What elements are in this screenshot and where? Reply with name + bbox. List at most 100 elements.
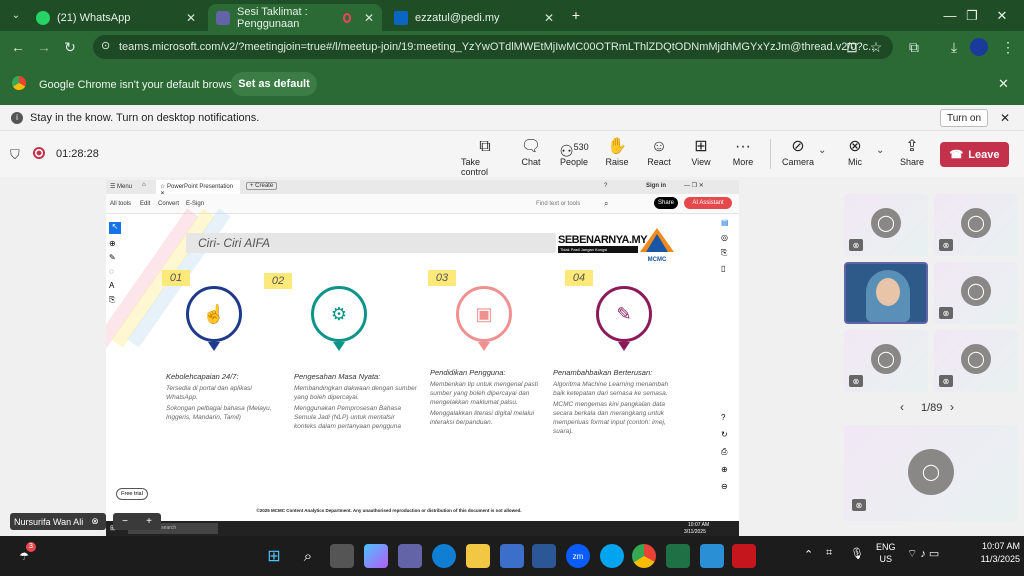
app-icon[interactable] — [700, 544, 724, 568]
participant-tile[interactable]: ◯ ⊗ — [934, 194, 1018, 256]
banner-close-icon[interactable]: ✕ — [998, 76, 1009, 92]
people-button[interactable]: ⚇530 People — [552, 137, 596, 175]
mic-tray-icon[interactable]: 🎙 — [850, 547, 864, 560]
help-side-icon[interactable]: ? — [721, 413, 737, 422]
zoom-tool-icon[interactable]: ⊕ — [109, 239, 123, 248]
window-close-icon[interactable]: ✕ — [980, 0, 1024, 31]
antivirus-icon[interactable] — [732, 544, 756, 568]
participant-tile-video[interactable] — [844, 262, 928, 324]
gallery-prev-icon[interactable]: ‹ — [900, 400, 904, 414]
menu-icon[interactable]: ☰ Menu — [110, 183, 132, 190]
notification-close-icon[interactable]: ✕ — [1000, 111, 1010, 125]
select-tool-icon[interactable]: ↖ — [109, 222, 121, 234]
close-icon[interactable]: ✕ — [544, 11, 554, 25]
search-icon[interactable]: ⌕ — [604, 199, 608, 209]
extensions-icon[interactable]: ⧉ — [902, 35, 926, 59]
site-info-icon[interactable]: ⊙ — [101, 39, 110, 52]
zoom-in-icon[interactable]: ⊕ — [721, 465, 737, 474]
shield-icon[interactable]: ⛉ — [10, 147, 20, 163]
pdf-tab[interactable]: ☆ PowerPoint Presentation ✕ — [156, 180, 240, 197]
lasso-tool-icon[interactable]: ◌ — [109, 267, 123, 276]
mic-button[interactable]: ⊗ Mic — [832, 137, 878, 175]
camera-options-chevron-icon[interactable]: ⌄ — [818, 145, 826, 156]
ai-assistant-button[interactable]: AI Assistant — [684, 197, 732, 209]
app-icon[interactable] — [600, 544, 624, 568]
zoom-in-icon[interactable]: + — [146, 516, 152, 527]
mic-options-chevron-icon[interactable]: ⌄ — [876, 145, 884, 156]
raise-hand-button[interactable]: ✋ Raise — [594, 137, 640, 175]
tab-teams[interactable]: Sesi Taklimat : Penggunaan ✕ — [208, 4, 382, 31]
convert-menu[interactable]: Convert — [158, 201, 179, 207]
close-icon[interactable]: ✕ — [364, 11, 374, 25]
create-button[interactable]: + Create — [246, 182, 278, 190]
excel-icon[interactable] — [666, 544, 690, 568]
more-button[interactable]: ··· More — [720, 137, 766, 175]
tray-app-icon[interactable]: ⌗ — [826, 547, 832, 560]
take-control-button[interactable]: ⧉ Take control — [461, 137, 509, 177]
home-icon[interactable]: ⌂ — [142, 182, 146, 188]
menu-dots-icon[interactable]: ⋮ — [996, 35, 1020, 59]
tray-chevron-icon[interactable]: ⌃ — [804, 548, 813, 561]
close-icon[interactable]: ✕ — [186, 11, 196, 25]
pages-icon[interactable]: ▯ — [721, 264, 737, 273]
react-button[interactable]: ☺ React — [636, 137, 682, 175]
gallery-next-icon[interactable]: › — [950, 400, 954, 414]
windows-start-icon[interactable]: ⊞ — [262, 544, 286, 568]
participant-tile[interactable]: ◯ ⊗ — [934, 262, 1018, 324]
bookmark-icon[interactable]: ◎ — [721, 233, 737, 242]
participant-tile[interactable]: ◯ ⊗ — [844, 194, 928, 256]
download-icon[interactable]: ⤓ — [942, 35, 966, 59]
comment-icon[interactable]: ▤ — [721, 218, 737, 227]
text-tool-icon[interactable]: A — [109, 281, 123, 290]
install-icon[interactable]: ⊡ — [840, 35, 864, 59]
app-icon[interactable] — [532, 544, 556, 568]
zoom-app-icon[interactable]: zm — [566, 544, 590, 568]
copilot-icon[interactable] — [364, 544, 388, 568]
pdf-share-button[interactable]: Share — [654, 197, 678, 209]
find-field[interactable]: Find text or tools — [536, 201, 580, 207]
all-tools-menu[interactable]: All tools — [110, 201, 131, 207]
new-tab-button[interactable]: + — [564, 3, 588, 27]
save-icon[interactable]: ⎙ — [721, 447, 737, 457]
task-view-icon[interactable] — [330, 544, 354, 568]
participant-tile[interactable]: ◯ ⊗ — [934, 330, 1018, 392]
view-button[interactable]: ⊞ View — [678, 137, 724, 175]
refresh-icon[interactable]: ↻ — [721, 430, 737, 439]
chrome-icon[interactable] — [632, 544, 656, 568]
share-button[interactable]: ⇪ Share — [889, 137, 935, 175]
forward-icon[interactable]: → — [32, 35, 56, 59]
participant-tile[interactable]: ◯ ⊗ — [844, 330, 928, 392]
tab-mail[interactable]: ezzatul@pedi.my ✕ — [386, 4, 562, 31]
help-icon[interactable]: ? — [604, 183, 607, 189]
reload-icon[interactable]: ↻ — [58, 35, 82, 59]
url-bar[interactable]: ⊙ teams.microsoft.com/v2/?meetingjoin=tr… — [93, 35, 893, 59]
edge-icon[interactable] — [432, 544, 456, 568]
teams-icon[interactable] — [398, 544, 422, 568]
language-indicator[interactable]: ENG US — [876, 541, 896, 565]
pen-tool-icon[interactable]: ✎ — [109, 253, 123, 262]
leave-button[interactable]: ☎ Leave — [940, 142, 1009, 167]
pdf-window-controls[interactable]: — ❐ ✕ — [684, 182, 704, 189]
zoom-out-icon[interactable]: ⊖ — [721, 482, 737, 491]
self-view-tile[interactable]: ◯ ⊗ — [844, 425, 1018, 521]
zoom-out-icon[interactable]: − — [122, 516, 128, 527]
edit-menu[interactable]: Edit — [140, 201, 150, 207]
system-clock[interactable]: 10:07 AM 11/3/2025 — [964, 540, 1020, 566]
tab-search-icon[interactable]: ⌄ — [4, 3, 28, 27]
file-explorer-icon[interactable] — [466, 544, 490, 568]
zoom-controls[interactable]: − + — [113, 513, 161, 530]
search-icon[interactable]: ⌕ — [296, 544, 320, 568]
tab-whatsapp[interactable]: (21) WhatsApp ✕ — [28, 4, 204, 31]
profile-avatar[interactable] — [970, 38, 988, 56]
bookmark-star-icon[interactable]: ☆ — [864, 35, 888, 59]
store-icon[interactable] — [500, 544, 524, 568]
back-icon[interactable]: ← — [6, 35, 30, 59]
network-volume-battery-icons[interactable]: ⌔♪▭ — [907, 547, 942, 561]
attachment-icon[interactable]: ⎘ — [721, 248, 737, 258]
set-default-button[interactable]: Set as default — [231, 72, 317, 96]
esign-menu[interactable]: E-Sign — [186, 201, 204, 207]
turn-on-button[interactable]: Turn on — [940, 109, 988, 127]
chat-button[interactable]: 🗨 Chat — [508, 137, 554, 175]
sign-in-link[interactable]: Sign in — [646, 183, 666, 189]
free-trial-button[interactable]: Free trial — [116, 488, 148, 500]
